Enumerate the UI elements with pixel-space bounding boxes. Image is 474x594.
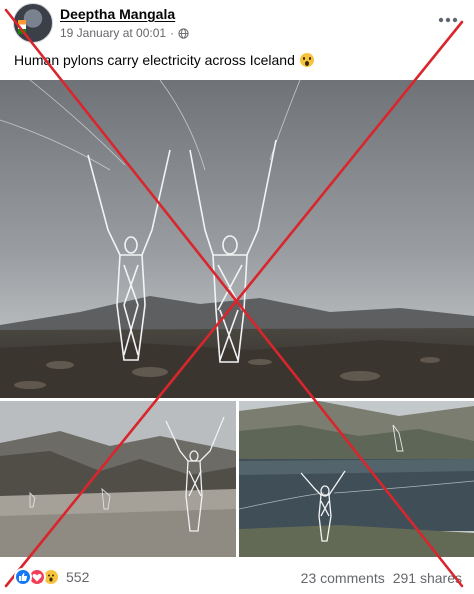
bottom-right-scene (239, 401, 474, 557)
caption-text: Human pylons carry electricity across Ic… (14, 52, 295, 68)
reaction-count: 552 (66, 569, 90, 585)
facebook-post: Deeptha Mangala 19 January at 00:01 · Hu… (0, 0, 474, 594)
bottom-left-scene (0, 401, 236, 557)
meta-separator: · (170, 26, 175, 40)
post-meta: 19 January at 00:01 · (60, 26, 189, 40)
globe-icon[interactable] (178, 27, 189, 39)
more-options-icon[interactable] (436, 8, 460, 32)
post-header: Deeptha Mangala 19 January at 00:01 · (0, 0, 474, 44)
author-name[interactable]: Deeptha Mangala (60, 6, 175, 22)
bottom-left-photo[interactable] (0, 401, 236, 557)
avatar[interactable] (13, 3, 53, 43)
reaction-summary[interactable]: 552 (14, 568, 89, 586)
wow-emoji (299, 53, 314, 67)
main-photo-scene (0, 80, 474, 398)
engagement-stats: 23 comments 291 shares (301, 570, 462, 586)
like-reaction-icon (14, 568, 32, 586)
shares-count[interactable]: 291 shares (393, 570, 462, 586)
flag-badge (18, 20, 26, 34)
bottom-right-photo[interactable] (239, 401, 474, 557)
post-caption: Human pylons carry electricity across Ic… (14, 52, 314, 68)
comments-count[interactable]: 23 comments (301, 570, 385, 586)
main-photo[interactable] (0, 80, 474, 398)
post-timestamp[interactable]: 19 January at 00:01 (60, 26, 166, 40)
post-footer: 552 23 comments 291 shares (0, 560, 474, 594)
